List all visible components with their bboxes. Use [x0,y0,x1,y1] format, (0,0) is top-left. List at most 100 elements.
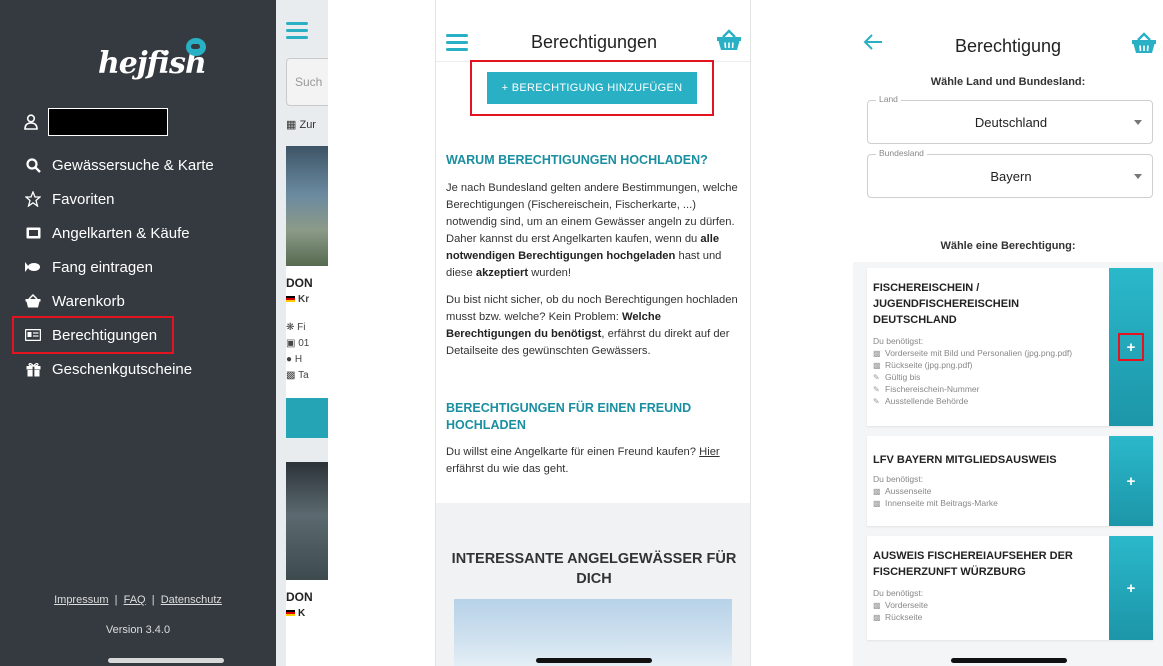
water-card[interactable]: DON K [286,580,328,666]
impressum-link[interactable]: Impressum [54,594,108,606]
add-permission-plus-button[interactable]: + [1109,436,1153,526]
bundesland-value: Bayern [990,169,1032,184]
home-indicator[interactable] [108,658,224,663]
menu-item-warenkorb[interactable]: Warenkorb [24,284,274,318]
land-value: Deutschland [974,115,1048,130]
friend-paragraph: Du willst eine Angelkarte für einen Freu… [446,446,720,475]
land-label: Land [876,94,901,104]
water-title: DON [286,590,313,604]
requirement-item: ✎ Fischereischein-Nummer [873,384,980,394]
flag-icon [286,610,295,617]
edit-icon: ✎ [873,373,880,382]
background-screen: Such ▦ Zur DON Kr ❋ Fi ▣ 01 ● H ▩ Ta DON… [276,0,328,666]
hejfish-logo: hejfish [98,38,208,92]
requirement-item: ✎ Ausstellende Behörde [873,396,969,406]
menu-item-berechtigungen[interactable]: Berechtigungen [12,316,174,354]
requirement-item: ▩ Rückseite (jpg.png.pdf) [873,360,973,370]
promo-section: INTERESSANTE ANGELGEWÄSSER FÜR DICH [436,503,750,666]
menu-item-label: Angelkarten & Käufe [52,224,190,242]
info-row: ❋ Fi [286,322,306,333]
choose-permission-label: Wähle eine Berechtigung: [940,240,1076,252]
berechtigungen-screen: Berechtigungen + BERECHTIGUNG HINZUFÜGEN… [435,0,751,666]
hier-link[interactable]: Hier [699,446,720,458]
file-icon: ▩ [873,499,881,508]
choose-country-label: Wähle Land und Bundesland: [930,76,1086,88]
add-permission-plus-button[interactable]: + [1109,536,1153,640]
hamburger-menu-icon[interactable] [286,22,308,39]
menu-item-label: Fang eintragen [52,258,153,276]
menu-item-label: Warenkorb [52,292,125,310]
home-indicator[interactable] [951,658,1067,663]
menu-item-label: Gewässersuche & Karte [52,156,214,174]
permission-card[interactable]: FISCHEREISCHEIN / JUGENDFISCHEREISCHEIN … [867,268,1153,426]
permission-title: FISCHEREISCHEIN / JUGENDFISCHEREISCHEIN … [873,282,1020,326]
permission-title: AUSWEIS FISCHEREIAUFSEHER DER FISCHERZUN… [873,550,1073,578]
section-heading-why: WARUM BERECHTIGUNGEN HOCHLADEN? [446,153,708,167]
location-form: Wähle Land und Bundesland: Land Deutschl… [853,66,1163,262]
requirement-item: ▩ Innenseite mit Beitrags-Marke [873,498,998,508]
app-header: Berechtigungen [436,0,750,62]
search-input[interactable]: Such [286,58,328,106]
datenschutz-link[interactable]: Datenschutz [161,594,222,606]
basket-icon[interactable] [1131,32,1157,54]
permission-card[interactable]: LFV BAYERN MITGLIEDSAUSWEIS Du benötigst… [867,436,1153,526]
home-indicator[interactable] [536,658,652,663]
map-icon: ▦ [286,119,297,131]
user-row[interactable] [24,108,274,138]
menu-item-gewaessersuche[interactable]: Gewässersuche & Karte [24,148,274,182]
water-image [286,146,328,266]
menu-item-fang-eintragen[interactable]: Fang eintragen [24,250,274,284]
permission-card[interactable]: AUSWEIS FISCHEREIAUFSEHER DER FISCHERZUN… [867,536,1153,640]
menu-item-label: Favoriten [52,190,115,208]
water-title: DON [286,276,313,290]
why-paragraph-2: Du bist nicht sicher, ob du noch Berecht… [446,294,738,357]
berechtigung-screen: Berechtigung Wähle Land und Bundesland: … [853,0,1163,666]
add-permission-plus-button[interactable]: + [1109,268,1153,426]
main-menu: Gewässersuche & Karte Favoriten Angelkar… [12,148,274,386]
chevron-down-icon [1134,174,1142,179]
calendar-icon: ▣ [286,338,296,349]
separator: | [111,594,121,606]
promo-water-image[interactable] [454,599,732,666]
faq-link[interactable]: FAQ [124,594,146,606]
card-action-bar[interactable] [286,398,328,438]
side-menu-screen: hejfish Gewässersuche & Karte Favoriten … [0,0,328,666]
requirement-item: ▩ Vorderseite [873,600,928,610]
file-icon: ▩ [873,613,881,622]
map-link[interactable]: ▦ Zur [286,118,316,131]
requirement-item: ▩ Vorderseite mit Bild und Personalien (j… [873,348,1073,358]
requirement-item: ▩ Rückseite [873,612,923,622]
flag-icon [286,296,295,303]
fish-icon: ● [286,354,293,365]
add-permission-button[interactable]: + BERECHTIGUNG HINZUFÜGEN [487,72,697,104]
bundesland-label: Bundesland [876,148,927,158]
document-icon: ▩ [286,370,296,381]
app-header: Berechtigung [853,0,1163,66]
menu-item-label: Geschenkgutscheine [52,360,193,378]
fish-species-icon: ❋ [286,322,295,333]
menu-item-favoriten[interactable]: Favoriten [24,182,274,216]
chevron-down-icon [1134,120,1142,125]
footer-links: Impressum | FAQ | Datenschutz [0,594,276,606]
card-icon [24,224,42,242]
basket-icon[interactable] [716,29,742,51]
info-row: ▩ Ta [286,370,309,381]
water-image [286,462,328,580]
need-label: Du benötigst: [873,336,924,346]
search-icon [24,156,42,174]
gift-icon [24,360,42,378]
id-card-icon [24,326,42,344]
plus-icon: + [1118,333,1144,361]
bundesland-select[interactable]: Bundesland Bayern [867,148,1153,198]
need-label: Du benötigst: [873,588,924,598]
land-select[interactable]: Land Deutschland [867,94,1153,144]
file-icon: ▩ [873,487,881,496]
menu-item-angelkarten[interactable]: Angelkarten & Käufe [24,216,274,250]
file-icon: ▩ [873,349,881,358]
info-row: ▣ 01 [286,338,310,349]
page-title: Berechtigungen [530,32,658,52]
requirement-item: ✎ Gültig bis [873,372,921,382]
user-icon [24,114,38,130]
info-row: ● H [286,354,303,365]
menu-item-geschenkgutscheine[interactable]: Geschenkgutscheine [24,352,274,386]
